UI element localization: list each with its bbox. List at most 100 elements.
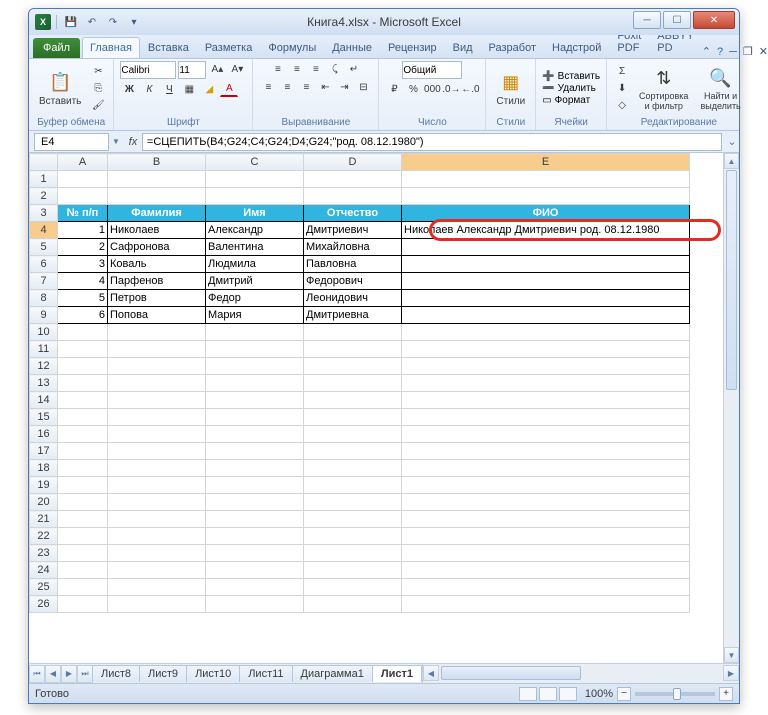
- tab-developer[interactable]: Разработ: [481, 37, 544, 58]
- qat-customize-icon[interactable]: ▾: [125, 13, 143, 31]
- row-header-22[interactable]: 22: [30, 528, 58, 545]
- cell[interactable]: [402, 477, 690, 494]
- workbook-min-icon[interactable]: ─: [729, 46, 737, 58]
- autosum-icon[interactable]: Σ: [613, 64, 631, 80]
- align-left-icon[interactable]: ≡: [259, 79, 277, 95]
- view-layout-icon[interactable]: [539, 687, 557, 701]
- zoom-in-button[interactable]: +: [719, 687, 733, 701]
- cell[interactable]: [402, 460, 690, 477]
- cell[interactable]: [108, 545, 206, 562]
- cells-delete-button[interactable]: Удалить: [558, 83, 596, 94]
- cell[interactable]: Михайловна: [304, 239, 402, 256]
- cell[interactable]: Попова: [108, 307, 206, 324]
- cell[interactable]: [304, 511, 402, 528]
- indent-dec-icon[interactable]: ⇤: [316, 79, 334, 95]
- cell[interactable]: [206, 171, 304, 188]
- namebox-dropdown-icon[interactable]: ▼: [112, 137, 124, 146]
- font-name-combo[interactable]: [120, 61, 176, 79]
- row-header-7[interactable]: 7: [30, 273, 58, 290]
- formula-input[interactable]: =СЦЕПИТЬ(B4;G24;C4;G24;D4;G24;"род. 08.1…: [142, 133, 722, 151]
- cell[interactable]: [206, 188, 304, 205]
- view-pagebreak-icon[interactable]: [559, 687, 577, 701]
- tab-formulas[interactable]: Формулы: [260, 37, 324, 58]
- percent-icon[interactable]: %: [404, 81, 422, 97]
- cell[interactable]: [402, 596, 690, 613]
- dec-decimal-icon[interactable]: ←.0: [461, 81, 479, 97]
- orientation-icon[interactable]: ⤹: [326, 61, 344, 77]
- cell[interactable]: [402, 579, 690, 596]
- fx-icon[interactable]: fx: [124, 136, 142, 148]
- cell[interactable]: [402, 239, 690, 256]
- cell[interactable]: [402, 290, 690, 307]
- cell[interactable]: [402, 528, 690, 545]
- cell[interactable]: [206, 392, 304, 409]
- row-header-10[interactable]: 10: [30, 324, 58, 341]
- cell[interactable]: Мария: [206, 307, 304, 324]
- zoom-slider[interactable]: [635, 692, 715, 696]
- cell[interactable]: [402, 409, 690, 426]
- cell[interactable]: [304, 545, 402, 562]
- align-bottom-icon[interactable]: ≡: [307, 61, 325, 77]
- tab-home[interactable]: Главная: [82, 37, 140, 58]
- cell[interactable]: [402, 545, 690, 562]
- cell[interactable]: [304, 460, 402, 477]
- cell[interactable]: Павловна: [304, 256, 402, 273]
- cell[interactable]: [58, 426, 108, 443]
- shrink-font-icon[interactable]: A▾: [228, 61, 246, 77]
- currency-icon[interactable]: ₽: [385, 81, 403, 97]
- cell[interactable]: [206, 511, 304, 528]
- scroll-thumb-h[interactable]: [441, 666, 581, 680]
- fill-icon[interactable]: ⬇: [613, 81, 631, 97]
- cell[interactable]: Людмила: [206, 256, 304, 273]
- vertical-scrollbar[interactable]: ▲ ▼: [723, 153, 739, 663]
- workbook-close-icon[interactable]: ✕: [759, 45, 768, 58]
- cell[interactable]: Петров: [108, 290, 206, 307]
- cell[interactable]: [402, 341, 690, 358]
- cell[interactable]: [304, 596, 402, 613]
- cell[interactable]: [58, 358, 108, 375]
- cell[interactable]: [108, 460, 206, 477]
- row-header-2[interactable]: 2: [30, 188, 58, 205]
- tab-review[interactable]: Рецензир: [380, 37, 445, 58]
- maximize-button[interactable]: ☐: [663, 11, 691, 29]
- qat-redo-icon[interactable]: ↷: [104, 13, 122, 31]
- cell[interactable]: Александр: [206, 222, 304, 239]
- column-header-D[interactable]: D: [304, 154, 402, 171]
- cell[interactable]: [402, 494, 690, 511]
- cell[interactable]: [108, 596, 206, 613]
- cut-icon[interactable]: ✂: [89, 64, 107, 80]
- tab-nav-last-icon[interactable]: ⏭: [77, 665, 93, 683]
- cell[interactable]: [108, 528, 206, 545]
- row-header-3[interactable]: 3: [30, 205, 58, 222]
- help-icon[interactable]: ?: [717, 46, 723, 58]
- cell[interactable]: [58, 341, 108, 358]
- row-header-11[interactable]: 11: [30, 341, 58, 358]
- sheet-tab[interactable]: Лист11: [239, 665, 292, 682]
- cell[interactable]: [304, 562, 402, 579]
- cell[interactable]: [58, 443, 108, 460]
- cell[interactable]: [402, 392, 690, 409]
- column-header-C[interactable]: C: [206, 154, 304, 171]
- align-center-icon[interactable]: ≡: [278, 79, 296, 95]
- cell[interactable]: [58, 511, 108, 528]
- row-header-8[interactable]: 8: [30, 290, 58, 307]
- paste-button[interactable]: 📋 Вставить: [35, 69, 85, 109]
- file-tab[interactable]: Файл: [33, 38, 80, 58]
- cell[interactable]: [402, 511, 690, 528]
- cell[interactable]: [108, 579, 206, 596]
- scroll-down-icon[interactable]: ▼: [724, 647, 739, 663]
- tab-nav-prev-icon[interactable]: ◀: [45, 665, 61, 683]
- cell[interactable]: [304, 358, 402, 375]
- row-header-17[interactable]: 17: [30, 443, 58, 460]
- cell[interactable]: [206, 494, 304, 511]
- cell[interactable]: 6: [58, 307, 108, 324]
- scroll-thumb-v[interactable]: [726, 170, 737, 390]
- cell[interactable]: [206, 443, 304, 460]
- cell[interactable]: Леонидович: [304, 290, 402, 307]
- cell[interactable]: [58, 460, 108, 477]
- cell[interactable]: [402, 256, 690, 273]
- table-header-cell[interactable]: Отчество: [304, 205, 402, 222]
- cell[interactable]: [402, 443, 690, 460]
- font-size-combo[interactable]: [178, 61, 206, 79]
- comma-icon[interactable]: 000: [423, 81, 441, 97]
